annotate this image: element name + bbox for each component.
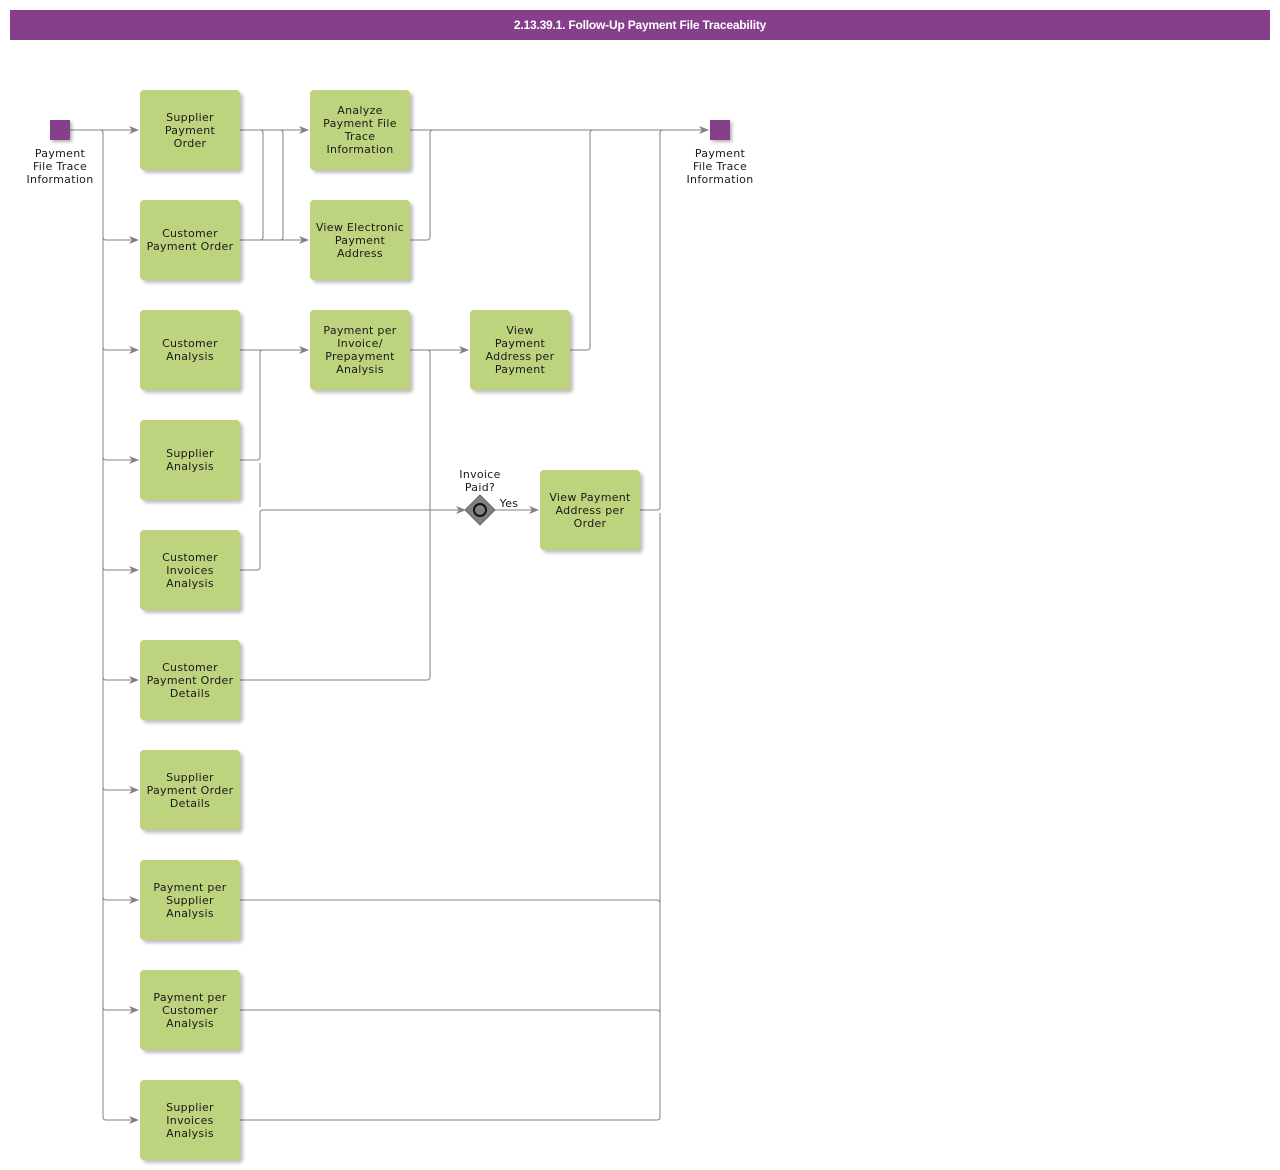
task-payment-per-supplier-analysis[interactable]: Payment per Supplier Analysis xyxy=(140,860,240,940)
task-view-payment-address-per-order[interactable]: View Payment Address per Order xyxy=(540,470,640,550)
end-event[interactable] xyxy=(710,120,730,140)
flow-start-to-supplier-payment-order-details xyxy=(102,786,139,794)
task-supplier-analysis[interactable]: Supplier Analysis xyxy=(140,420,240,500)
task-customer-payment-order-details[interactable]: Customer Payment Order Details xyxy=(140,640,240,720)
task-supplier-payment-order-details[interactable]: Supplier Payment Order Details xyxy=(140,750,240,830)
start-event[interactable] xyxy=(50,120,70,140)
end-event-label: Payment File Trace Information xyxy=(686,147,754,186)
flow-vpao-to-end xyxy=(640,129,664,511)
task-customer-payment-order[interactable]: Customer Payment Order xyxy=(140,200,240,280)
task-analyze-payment-file-trace-information[interactable]: Analyze Payment File Trace Information xyxy=(310,90,410,170)
task-payment-per-invoice-prepayment-analysis[interactable]: Payment per Invoice/ Prepayment Analysis xyxy=(310,310,410,390)
gateway-invoice-paid[interactable] xyxy=(464,494,496,526)
task-view-electronic-payment-address[interactable]: View Electronic Payment Address xyxy=(310,200,410,280)
flow-start-to-customer-payment-order-details xyxy=(102,676,139,684)
flow-start-to-payment-per-customer-analysis xyxy=(102,1006,139,1014)
task-customer-analysis[interactable]: Customer Analysis xyxy=(140,310,240,390)
start-event-label: Payment File Trace Information xyxy=(26,147,94,186)
gateway-label: Invoice Paid? xyxy=(459,468,501,494)
task-supplier-invoices-analysis[interactable]: Supplier Invoices Analysis xyxy=(140,1080,240,1160)
flow-start-to-supplier-analysis xyxy=(102,456,139,464)
task-customer-invoices-analysis[interactable]: Customer Invoices Analysis xyxy=(140,530,240,610)
task-payment-per-customer-analysis[interactable]: Payment per Customer Analysis xyxy=(140,970,240,1050)
flow-start-to-payment-per-supplier-analysis xyxy=(102,896,139,904)
flow-view-electronic-to-end xyxy=(410,129,434,241)
task-supplier-payment-order[interactable]: Supplier Payment Order xyxy=(140,90,240,170)
flow-start-trunk xyxy=(99,129,139,1124)
flow-start-to-customer-payment-order xyxy=(102,236,139,244)
gateway-yes-label: Yes xyxy=(499,497,519,510)
task-view-payment-address-per-payment[interactable]: View Payment Address per Payment xyxy=(470,310,570,390)
flow-start-to-customer-invoices-analysis xyxy=(102,566,139,574)
flow-start-to-customer-analysis xyxy=(102,346,139,354)
flow-vpap-to-end xyxy=(570,129,594,351)
